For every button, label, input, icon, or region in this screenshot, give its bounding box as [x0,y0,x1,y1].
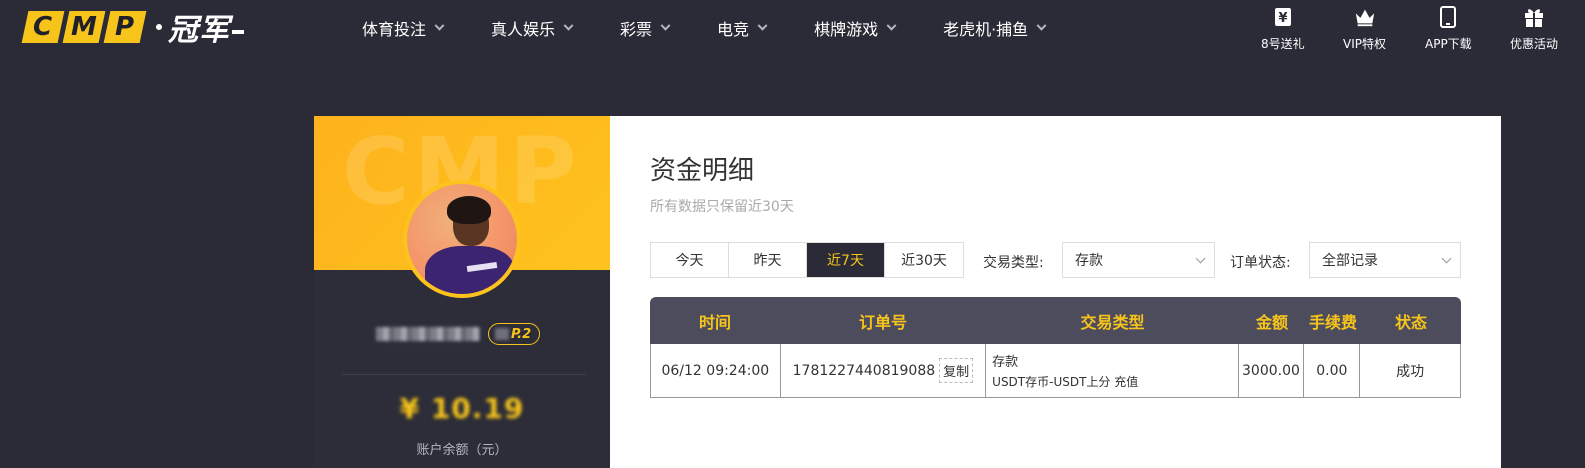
logo-letter-box: M [62,11,106,43]
cell-fee: 0.00 [1304,344,1361,397]
chevron-down-icon [1036,20,1047,31]
logo-tail [232,29,244,34]
column-header-time: 时间 [698,312,731,332]
quick-link-promotions[interactable]: 优惠活动 [1510,6,1558,52]
gift-icon [1523,6,1545,28]
vip-level-text: P.2 [511,326,532,342]
transaction-type-label: 交易类型: [983,255,1044,271]
nav-label: 电竞 [717,20,750,39]
copy-button[interactable]: 复制 [939,358,974,383]
quick-link-label: 优惠活动 [1510,37,1559,51]
logo-letter-box: C [21,11,65,43]
cell-order-no: 1781227440819088 复制 [781,344,987,397]
date-range-tabs: 今天 昨天 近7天 近30天 [650,242,964,278]
ticket-yen-icon: ¥ [1272,6,1294,28]
nav-item-slots-fishing[interactable]: 老虎机·捕鱼 [943,0,1047,56]
logo-cn-label: 冠军 [168,13,230,48]
fund-details-panel: 资金明细 所有数据只保留近30天 今天 昨天 近7天 近30天 交易类型: 存款… [610,116,1501,468]
nav-item-card-games[interactable]: 棋牌游戏 [814,0,897,56]
transaction-type-select[interactable]: 存款 [1062,242,1215,278]
vip-prefix-blurred [495,328,509,340]
chevron-down-icon [1441,253,1452,264]
range-yesterday[interactable]: 昨天 [729,243,807,277]
order-status-value: 全部记录 [1322,253,1378,269]
quick-link-label: 8号送礼 [1261,37,1305,51]
cell-time: 06/12 09:24:00 [651,344,781,397]
nav-label: 体育投注 [362,20,427,39]
avatar-hair [447,196,491,224]
order-status-label: 订单状态: [1230,255,1291,271]
table-header: 时间 订单号 交易类型 金额 手续费 状态 [650,297,1461,344]
column-header-type: 交易类型 [1080,312,1145,332]
main-nav: 体育投注 真人娱乐 彩票 电竞 棋牌游戏 老虎机·捕鱼 [362,0,1093,56]
logo-letter: M [71,12,97,42]
nav-label: 老虎机·捕鱼 [943,20,1029,39]
column-header-amount: 金额 [1255,312,1288,332]
balance-label: 账户余额（元） [416,443,508,458]
balance-value-blurred: ¥ 10.19 [399,392,525,425]
quick-link-label: VIP特权 [1343,37,1386,51]
logo-letter: C [33,12,53,42]
nav-label: 真人娱乐 [491,20,556,39]
order-number: 1781227440819088 [792,362,936,379]
username-row: P.2 [376,321,556,347]
logo-cn-text: 冠军 [168,5,244,49]
quick-link-label: APP下载 [1425,37,1472,51]
logo-letter: P [115,12,135,42]
avatar-image [407,184,517,294]
cell-type: 存款 USDT存币-USDT上分 充值 [986,344,1239,397]
chevron-down-icon [757,20,768,31]
avatar[interactable] [403,180,521,298]
range-7-days[interactable]: 近7天 [807,243,885,277]
vip-level-badge[interactable]: P.2 [488,323,541,345]
phone-icon [1437,6,1459,28]
transactions-table: 时间 订单号 交易类型 金额 手续费 状态 06/12 09:24:00 178… [650,297,1461,398]
profile-panel: CMP P.2 ¥ 10.19 账户余额（元） [314,116,610,468]
column-header-order-no: 订单号 [858,312,907,332]
nav-item-sports[interactable]: 体育投注 [362,0,445,56]
page-title: 资金明细 [650,156,755,186]
username-blurred [376,327,480,341]
quick-link-gift-8[interactable]: ¥ 8号送礼 [1261,6,1305,52]
crown-icon [1354,6,1376,28]
column-header-fee: 手续费 [1308,312,1357,332]
range-today[interactable]: 今天 [651,243,729,277]
divider [342,374,586,375]
table-body: 06/12 09:24:00 1781227440819088 复制 存款 US… [650,344,1461,398]
nav-item-esports[interactable]: 电竞 [717,0,768,56]
chevron-down-icon [886,20,897,31]
logo-dot [156,24,162,30]
type-main: 存款 [992,355,1019,370]
nav-item-lottery[interactable]: 彩票 [620,0,671,56]
type-detail: USDT存币-USDT上分 充值 [992,375,1139,389]
nav-label: 棋牌游戏 [814,20,879,39]
order-status-select[interactable]: 全部记录 [1309,242,1461,278]
chevron-down-icon [434,20,445,31]
range-30-days[interactable]: 近30天 [885,243,963,277]
column-header-status: 状态 [1394,312,1427,332]
site-logo[interactable]: C M P 冠军 [21,10,244,48]
cell-amount: 3000.00 [1239,344,1305,397]
chevron-down-icon [660,20,671,31]
nav-label: 彩票 [620,20,653,39]
page-subtitle: 所有数据只保留近30天 [650,199,794,215]
logo-letter-box: P [103,11,147,43]
chevron-down-icon [563,20,574,31]
svg-text:¥: ¥ [1278,11,1287,26]
quick-link-app-download[interactable]: APP下载 [1425,6,1472,52]
nav-item-live-casino[interactable]: 真人娱乐 [491,0,574,56]
top-navbar: C M P 冠军 体育投注 真人娱乐 彩票 电竞 棋牌游戏 老虎机·捕鱼 ¥ 8… [0,0,1585,56]
cell-status: 成功 [1396,363,1425,380]
chevron-down-icon [1195,253,1206,264]
transaction-type-value: 存款 [1075,253,1103,269]
table-row: 06/12 09:24:00 1781227440819088 复制 存款 US… [650,344,1461,398]
quick-link-vip[interactable]: VIP特权 [1343,6,1386,52]
account-card: CMP P.2 ¥ 10.19 账户余额（元） 资金明细 所有数据只保留近30天… [314,116,1501,468]
